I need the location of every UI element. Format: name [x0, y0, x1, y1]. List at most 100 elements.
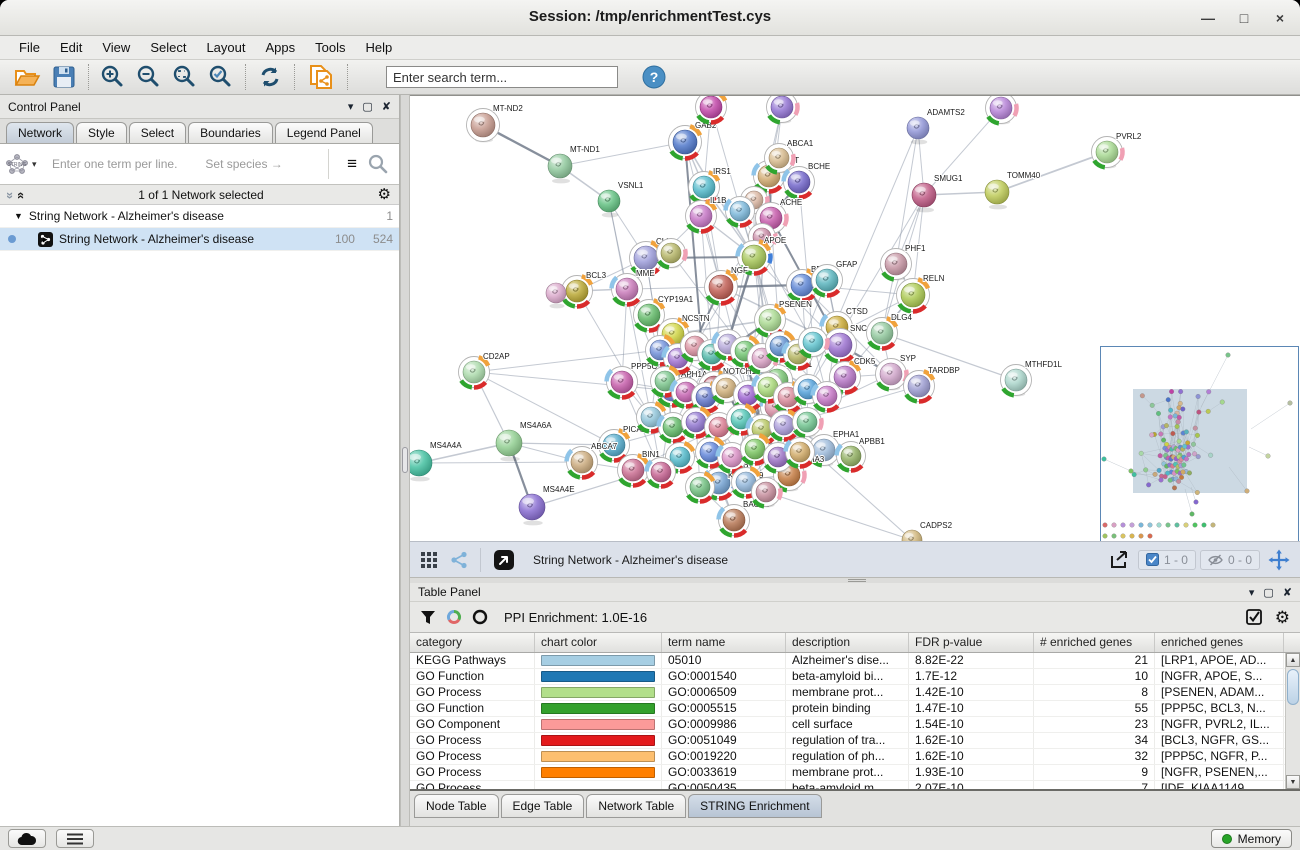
table-row[interactable]: GO ProcessGO:0051049regulation of tra...… [410, 733, 1300, 749]
search-input[interactable] [386, 66, 618, 88]
tab-node-table[interactable]: Node Table [414, 794, 499, 818]
network-node[interactable]: CD2AP [459, 352, 510, 388]
network-node[interactable]: MTHFD1L [1001, 360, 1063, 396]
filter-icon[interactable] [420, 610, 436, 625]
birds-eye-view[interactable] [1100, 346, 1299, 541]
open-in-browser-button[interactable] [489, 546, 519, 574]
menu-view[interactable]: View [93, 38, 139, 57]
network-node[interactable]: CADPS2 [902, 521, 953, 541]
menu-select[interactable]: Select [141, 38, 195, 57]
network-node[interactable]: PHF1 [881, 244, 927, 280]
close-panel-icon[interactable]: ✘ [382, 100, 391, 113]
selected-nodes-badge[interactable]: 1 - 0 [1138, 550, 1196, 570]
menu-layout[interactable]: Layout [197, 38, 254, 57]
network-node[interactable] [647, 458, 676, 488]
network-node[interactable]: TOMM40 [985, 171, 1041, 209]
network-node[interactable]: IL1B [686, 196, 727, 232]
network-node[interactable]: GAB2 [669, 121, 717, 159]
pan-tool-button[interactable] [1264, 546, 1294, 574]
zoom-in-button[interactable] [95, 62, 131, 92]
memory-button[interactable]: Memory [1211, 829, 1292, 848]
select-columns-icon[interactable] [1246, 609, 1263, 626]
network-node[interactable]: MS4A6A [496, 421, 552, 461]
network-node[interactable] [696, 96, 727, 123]
export-network-button[interactable] [1104, 546, 1134, 574]
network-row-selected[interactable]: String Network - Alzheimer's disease 100… [0, 228, 399, 251]
network-node[interactable] [799, 328, 828, 358]
network-node[interactable]: PVRL2 [1092, 132, 1142, 168]
network-collection-row[interactable]: ▼ String Network - Alzheimer's disease 1 [0, 205, 399, 228]
network-options-gear-icon[interactable]: ⚙ [378, 187, 391, 202]
network-node[interactable] [986, 96, 1017, 124]
table-row[interactable]: GO ProcessGO:0019220regulation of ph...1… [410, 749, 1300, 765]
search-icon[interactable] [367, 153, 389, 175]
table-row[interactable]: GO FunctionGO:0001540beta-amyloid bi...1… [410, 669, 1300, 685]
float-panel-icon[interactable]: ▾ [1249, 586, 1255, 599]
refresh-button[interactable] [252, 62, 288, 92]
undock-panel-icon[interactable]: ▢ [362, 100, 372, 113]
column-header-description[interactable]: description [786, 633, 909, 652]
tab-legend-panel[interactable]: Legend Panel [275, 122, 373, 143]
ring-chart-icon[interactable] [472, 609, 488, 625]
maximize-button[interactable]: □ [1230, 6, 1258, 30]
table-row[interactable]: GO ComponentGO:0009986cell surface1.54E-… [410, 717, 1300, 733]
zoom-fit-button[interactable] [167, 62, 203, 92]
network-node[interactable] [793, 408, 822, 438]
menu-edit[interactable]: Edit [51, 38, 91, 57]
network-node[interactable]: TARDBP [904, 366, 960, 402]
table-row[interactable]: GO ProcessGO:0033619membrane prot...1.93… [410, 765, 1300, 781]
grid-view-button[interactable] [416, 546, 442, 574]
table-row[interactable]: GO FunctionGO:0005515protein binding1.47… [410, 701, 1300, 717]
open-session-button[interactable] [8, 62, 46, 92]
task-history-button[interactable] [56, 829, 94, 848]
horizontal-splitter[interactable] [410, 577, 1300, 583]
tab-network[interactable]: Network [6, 122, 74, 143]
scroll-up-icon[interactable]: ▲ [1286, 653, 1300, 667]
help-button[interactable]: ? [636, 62, 672, 92]
enrichment-chart-icon[interactable] [446, 609, 462, 625]
cloud-tasks-button[interactable] [8, 829, 46, 848]
network-node[interactable]: MT-ND1 [548, 145, 600, 183]
network-node[interactable] [767, 96, 798, 123]
save-session-button[interactable] [46, 62, 82, 92]
network-from-selection-button[interactable] [301, 62, 341, 92]
string-db-selector[interactable]: STRING ▾ [4, 152, 44, 176]
tab-boundaries[interactable]: Boundaries [188, 122, 273, 143]
menu-help[interactable]: Help [357, 38, 402, 57]
table-scrollbar[interactable]: ▲ ▼ [1285, 653, 1300, 789]
terms-placeholder[interactable]: Enter one term per line. [52, 157, 177, 171]
scroll-thumb[interactable] [1287, 669, 1299, 705]
column-header-term-name[interactable]: term name [662, 633, 786, 652]
set-species-link[interactable]: Set species → [205, 157, 282, 171]
network-node[interactable]: MS4A4A [410, 441, 462, 481]
splitter-handle[interactable] [848, 579, 866, 582]
network-node[interactable] [726, 197, 755, 227]
network-node[interactable] [786, 438, 815, 468]
column-header-fdr-p-value[interactable]: FDR p-value [909, 633, 1034, 652]
menu-file[interactable]: File [10, 38, 49, 57]
share-network-button[interactable] [446, 546, 472, 574]
table-settings-gear-icon[interactable]: ⚙ [1275, 609, 1290, 626]
network-node[interactable]: BCL3 [562, 271, 607, 307]
expand-all-icon[interactable]: « [14, 192, 29, 197]
minimize-button[interactable]: — [1194, 6, 1222, 30]
network-node[interactable] [813, 382, 842, 412]
close-panel-icon[interactable]: ✘ [1283, 586, 1292, 599]
tab-style[interactable]: Style [76, 122, 127, 143]
network-node[interactable]: RELN [897, 274, 945, 312]
network-node[interactable] [686, 473, 715, 503]
network-node[interactable] [752, 478, 781, 508]
network-canvas[interactable]: MT-ND2MT-ND1VSNL1GAB2ADAMTS2PVRL2TOMM40S… [410, 95, 1300, 541]
tab-select[interactable]: Select [129, 122, 186, 143]
network-node[interactable] [546, 283, 566, 308]
column-header-category[interactable]: category [410, 633, 535, 652]
zoom-selected-button[interactable] [203, 62, 239, 92]
column-header-enriched-genes[interactable]: enriched genes [1155, 633, 1284, 652]
scroll-down-icon[interactable]: ▼ [1286, 775, 1300, 789]
undock-panel-icon[interactable]: ▢ [1263, 586, 1273, 599]
collapse-triangle-icon[interactable]: ▼ [14, 211, 23, 221]
network-node[interactable]: VSNL1 [598, 181, 644, 217]
tab-network-table[interactable]: Network Table [586, 794, 686, 818]
splitter-grip[interactable] [402, 447, 408, 473]
menu-tools[interactable]: Tools [306, 38, 354, 57]
